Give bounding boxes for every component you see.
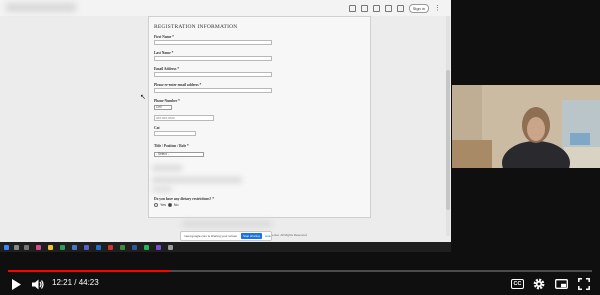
last-name-label: Last Name * (154, 51, 174, 55)
last-name-input[interactable] (154, 56, 272, 61)
phone-number-input[interactable]: ###-###-#### (154, 115, 214, 121)
form-title: REGISTRATION INFORMATION (154, 24, 238, 30)
app-icon[interactable] (144, 245, 149, 250)
fullscreen-icon[interactable] (578, 278, 590, 290)
volume-icon[interactable] (32, 278, 44, 290)
search-icon[interactable] (14, 245, 19, 250)
footer-text: Center. All Rights Reserved. (270, 233, 308, 237)
blurred-tab-area (6, 3, 76, 12)
stop-sharing-button[interactable]: Stop sharing (241, 233, 262, 239)
start-icon[interactable] (4, 245, 9, 250)
first-name-label: First Name * (154, 35, 174, 39)
teams-icon[interactable] (84, 245, 89, 250)
app-icon[interactable] (168, 245, 173, 250)
email-confirm-label: Please re-enter email address * (154, 83, 202, 87)
extensions-icon[interactable] (372, 5, 380, 12)
video-player[interactable]: Sign in ⋮ ↖ REGISTRATION INFORMATION Fir… (0, 0, 600, 295)
title-role-value: - Select - (156, 152, 169, 156)
word-icon[interactable] (132, 245, 137, 250)
outlook-icon[interactable] (96, 245, 101, 250)
play-icon[interactable] (10, 278, 22, 290)
no-radio-label: No (173, 203, 179, 207)
blurred-field-label (152, 187, 172, 192)
windows-taskbar (0, 242, 451, 252)
text-size-icon[interactable] (348, 5, 356, 12)
dietary-radio-group: Yes No (154, 203, 178, 207)
cat-label: Cat (154, 126, 160, 130)
browser-toolbar-icons: Sign in ⋮ (348, 4, 441, 13)
app-icon[interactable] (72, 245, 77, 250)
more-menu-icon[interactable]: ⋮ (434, 5, 441, 12)
app-icon[interactable] (36, 245, 41, 250)
shared-screen: Sign in ⋮ ↖ REGISTRATION INFORMATION Fir… (0, 0, 451, 252)
hide-banner-button[interactable]: Hide (265, 234, 271, 238)
app-icon[interactable] (108, 245, 113, 250)
captions-icon[interactable]: CC (511, 279, 524, 289)
email-confirm-input[interactable] (154, 88, 272, 93)
email-label: Email Address * (154, 67, 180, 71)
favorites-icon[interactable] (384, 5, 392, 12)
signin-button[interactable]: Sign in (408, 4, 429, 13)
cat-input[interactable] (154, 131, 196, 136)
app-icon[interactable] (156, 245, 161, 250)
edge-icon[interactable] (60, 245, 65, 250)
blurred-footer-text (182, 221, 272, 227)
title-role-label: Title / Position / Role * (154, 144, 189, 148)
task-view-icon[interactable] (24, 245, 29, 250)
no-radio[interactable] (167, 203, 172, 207)
yes-radio[interactable] (154, 203, 158, 207)
yes-radio-label: Yes (160, 203, 166, 207)
title-role-select[interactable]: - Select - (154, 152, 204, 157)
webcam-video-feed (452, 85, 600, 168)
first-name-input[interactable] (154, 40, 272, 45)
webcam-scene (452, 85, 600, 168)
time-display: 12:21 / 44:23 (52, 278, 99, 287)
blurred-field-label (152, 165, 182, 171)
phone-type-select[interactable]: Cell (154, 105, 172, 110)
mouse-cursor-icon: ↖ (140, 94, 146, 101)
progress-bar-played[interactable] (8, 270, 171, 272)
screen-share-banner: meet.google.com is sharing your screen. … (180, 231, 272, 241)
share-banner-text: meet.google.com is sharing your screen. (184, 234, 239, 238)
email-input[interactable] (154, 72, 272, 77)
excel-icon[interactable] (120, 245, 125, 250)
phone-type-value: Cell (156, 105, 162, 109)
phone-label: Phone Number * (154, 99, 180, 103)
settings-icon[interactable] (533, 278, 545, 290)
blurred-field-label (152, 177, 242, 183)
dietary-label: Do you have any dietary restrictions? * (154, 197, 215, 201)
file-explorer-icon[interactable] (48, 245, 53, 250)
miniplayer-icon[interactable] (555, 279, 568, 289)
collections-icon[interactable] (396, 5, 404, 12)
page-scrollbar-thumb[interactable] (446, 70, 450, 210)
captions-label: CC (513, 281, 522, 287)
bookmark-icon[interactable] (360, 5, 368, 12)
browser-toolbar: Sign in ⋮ (0, 0, 451, 16)
registration-form: REGISTRATION INFORMATION First Name * La… (148, 16, 371, 218)
